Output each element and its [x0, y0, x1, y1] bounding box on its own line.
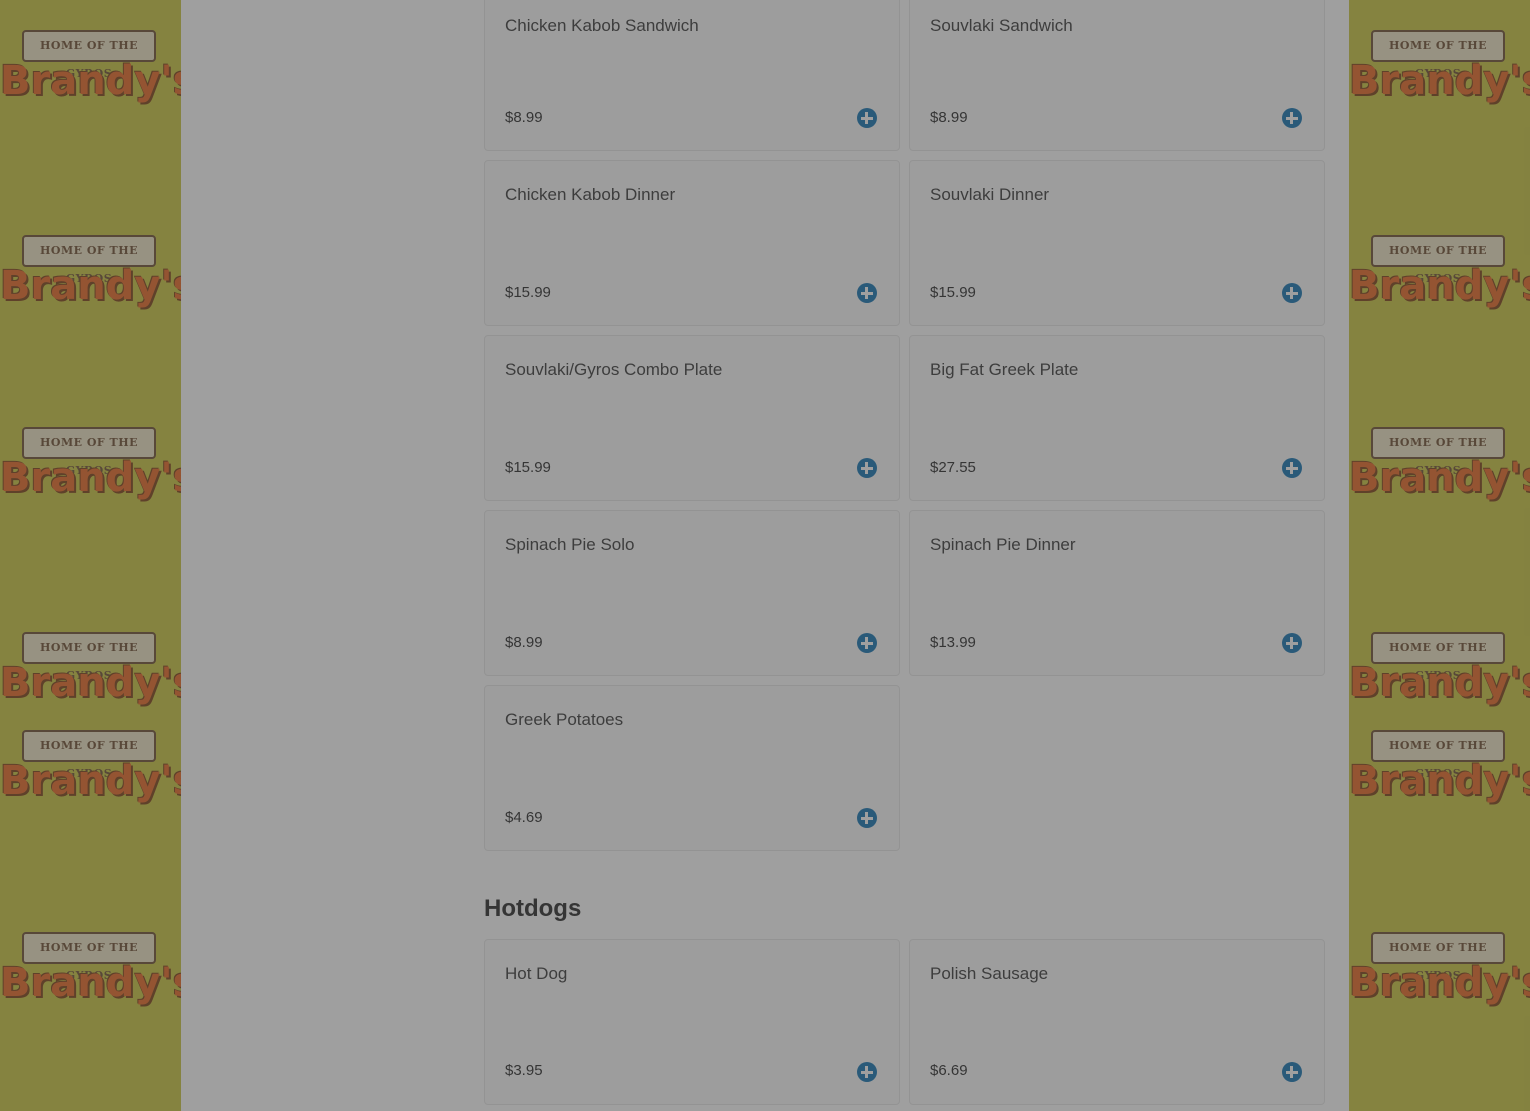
brand-logo: HOME OF THE GYROS Brandy's	[0, 213, 181, 323]
add-item-icon[interactable]	[857, 633, 877, 653]
item-price: $3.95	[505, 1062, 543, 1079]
menu-item-card[interactable]: Greek Potatoes $4.69	[484, 685, 900, 851]
item-price: $15.99	[505, 459, 551, 476]
add-item-icon[interactable]	[857, 1062, 877, 1082]
item-name: Greek Potatoes	[505, 710, 624, 729]
item-name: Polish Sausage	[930, 964, 1049, 983]
item-name: Spinach Pie Solo	[505, 535, 635, 554]
menu-item-card[interactable]: Polish Sausage $6.69	[909, 939, 1325, 1105]
menu-item-card[interactable]: Souvlaki Sandwich $8.99	[909, 0, 1325, 151]
add-item-icon[interactable]	[1282, 458, 1302, 478]
brand-logo: HOME OF THE GYROS Brandy's	[0, 610, 181, 720]
right-brand-pattern: HOME OF THE GYROS Brandy's HOME OF THE GY…	[1349, 0, 1530, 1111]
add-item-icon[interactable]	[857, 108, 877, 128]
item-price: $4.69	[505, 809, 543, 826]
brand-logo: HOME OF THE GYROS Brandy's	[1349, 213, 1530, 323]
add-item-icon[interactable]	[857, 458, 877, 478]
item-price: $13.99	[930, 634, 976, 651]
item-name: Chicken Kabob Dinner	[505, 185, 676, 204]
add-item-icon[interactable]	[1282, 1062, 1302, 1082]
menu-item-card[interactable]: Chicken Kabob Sandwich $8.99	[484, 0, 900, 151]
brand-logo: HOME OF THE GYROS Brandy's	[0, 910, 181, 1020]
add-item-icon[interactable]	[1282, 108, 1302, 128]
item-price: $6.69	[930, 1062, 968, 1079]
brand-logo: HOME OF THE GYROS Brandy's	[0, 708, 181, 818]
item-price: $27.55	[930, 459, 976, 476]
item-name: Chicken Kabob Sandwich	[505, 16, 699, 35]
left-brand-pattern: HOME OF THE GYROS Brandy's HOME OF THE GY…	[0, 0, 181, 1111]
menu-item-card[interactable]: Chicken Kabob Dinner $15.99	[484, 160, 900, 326]
add-item-icon[interactable]	[857, 283, 877, 303]
brand-logo: HOME OF THE GYROS Brandy's	[1349, 910, 1530, 1020]
menu-item-card[interactable]: Spinach Pie Solo $8.99	[484, 510, 900, 676]
item-name: Big Fat Greek Plate	[930, 360, 1079, 379]
brand-logo: HOME OF THE GYROS Brandy's	[1349, 610, 1530, 720]
brand-logo: HOME OF THE GYROS Brandy's	[0, 8, 181, 118]
brand-logo: HOME OF THE GYROS Brandy's	[1349, 8, 1530, 118]
item-price: $8.99	[505, 109, 543, 126]
item-name: Hot Dog	[505, 964, 568, 983]
item-name: Souvlaki Sandwich	[930, 16, 1073, 35]
item-price: $8.99	[505, 634, 543, 651]
brand-logo: HOME OF THE GYROS Brandy's	[1349, 405, 1530, 515]
item-name: Souvlaki Dinner	[930, 185, 1050, 204]
menu-item-card[interactable]: Hot Dog $3.95	[484, 939, 900, 1105]
brand-logo: HOME OF THE GYROS Brandy's	[0, 405, 181, 515]
section-title-hotdogs: Hotdogs	[484, 895, 582, 922]
item-price: $8.99	[930, 109, 968, 126]
item-name: Souvlaki/Gyros Combo Plate	[505, 360, 723, 379]
menu-item-card[interactable]: Souvlaki Dinner $15.99	[909, 160, 1325, 326]
menu-item-card[interactable]: Souvlaki/Gyros Combo Plate $15.99	[484, 335, 900, 501]
item-name: Spinach Pie Dinner	[930, 535, 1076, 554]
brand-logo: HOME OF THE GYROS Brandy's	[1349, 708, 1530, 818]
add-item-icon[interactable]	[1282, 633, 1302, 653]
add-item-icon[interactable]	[857, 808, 877, 828]
add-item-icon[interactable]	[1282, 283, 1302, 303]
item-price: $15.99	[930, 284, 976, 301]
item-price: $15.99	[505, 284, 551, 301]
menu-item-card[interactable]: Big Fat Greek Plate $27.55	[909, 335, 1325, 501]
menu-item-card[interactable]: Spinach Pie Dinner $13.99	[909, 510, 1325, 676]
